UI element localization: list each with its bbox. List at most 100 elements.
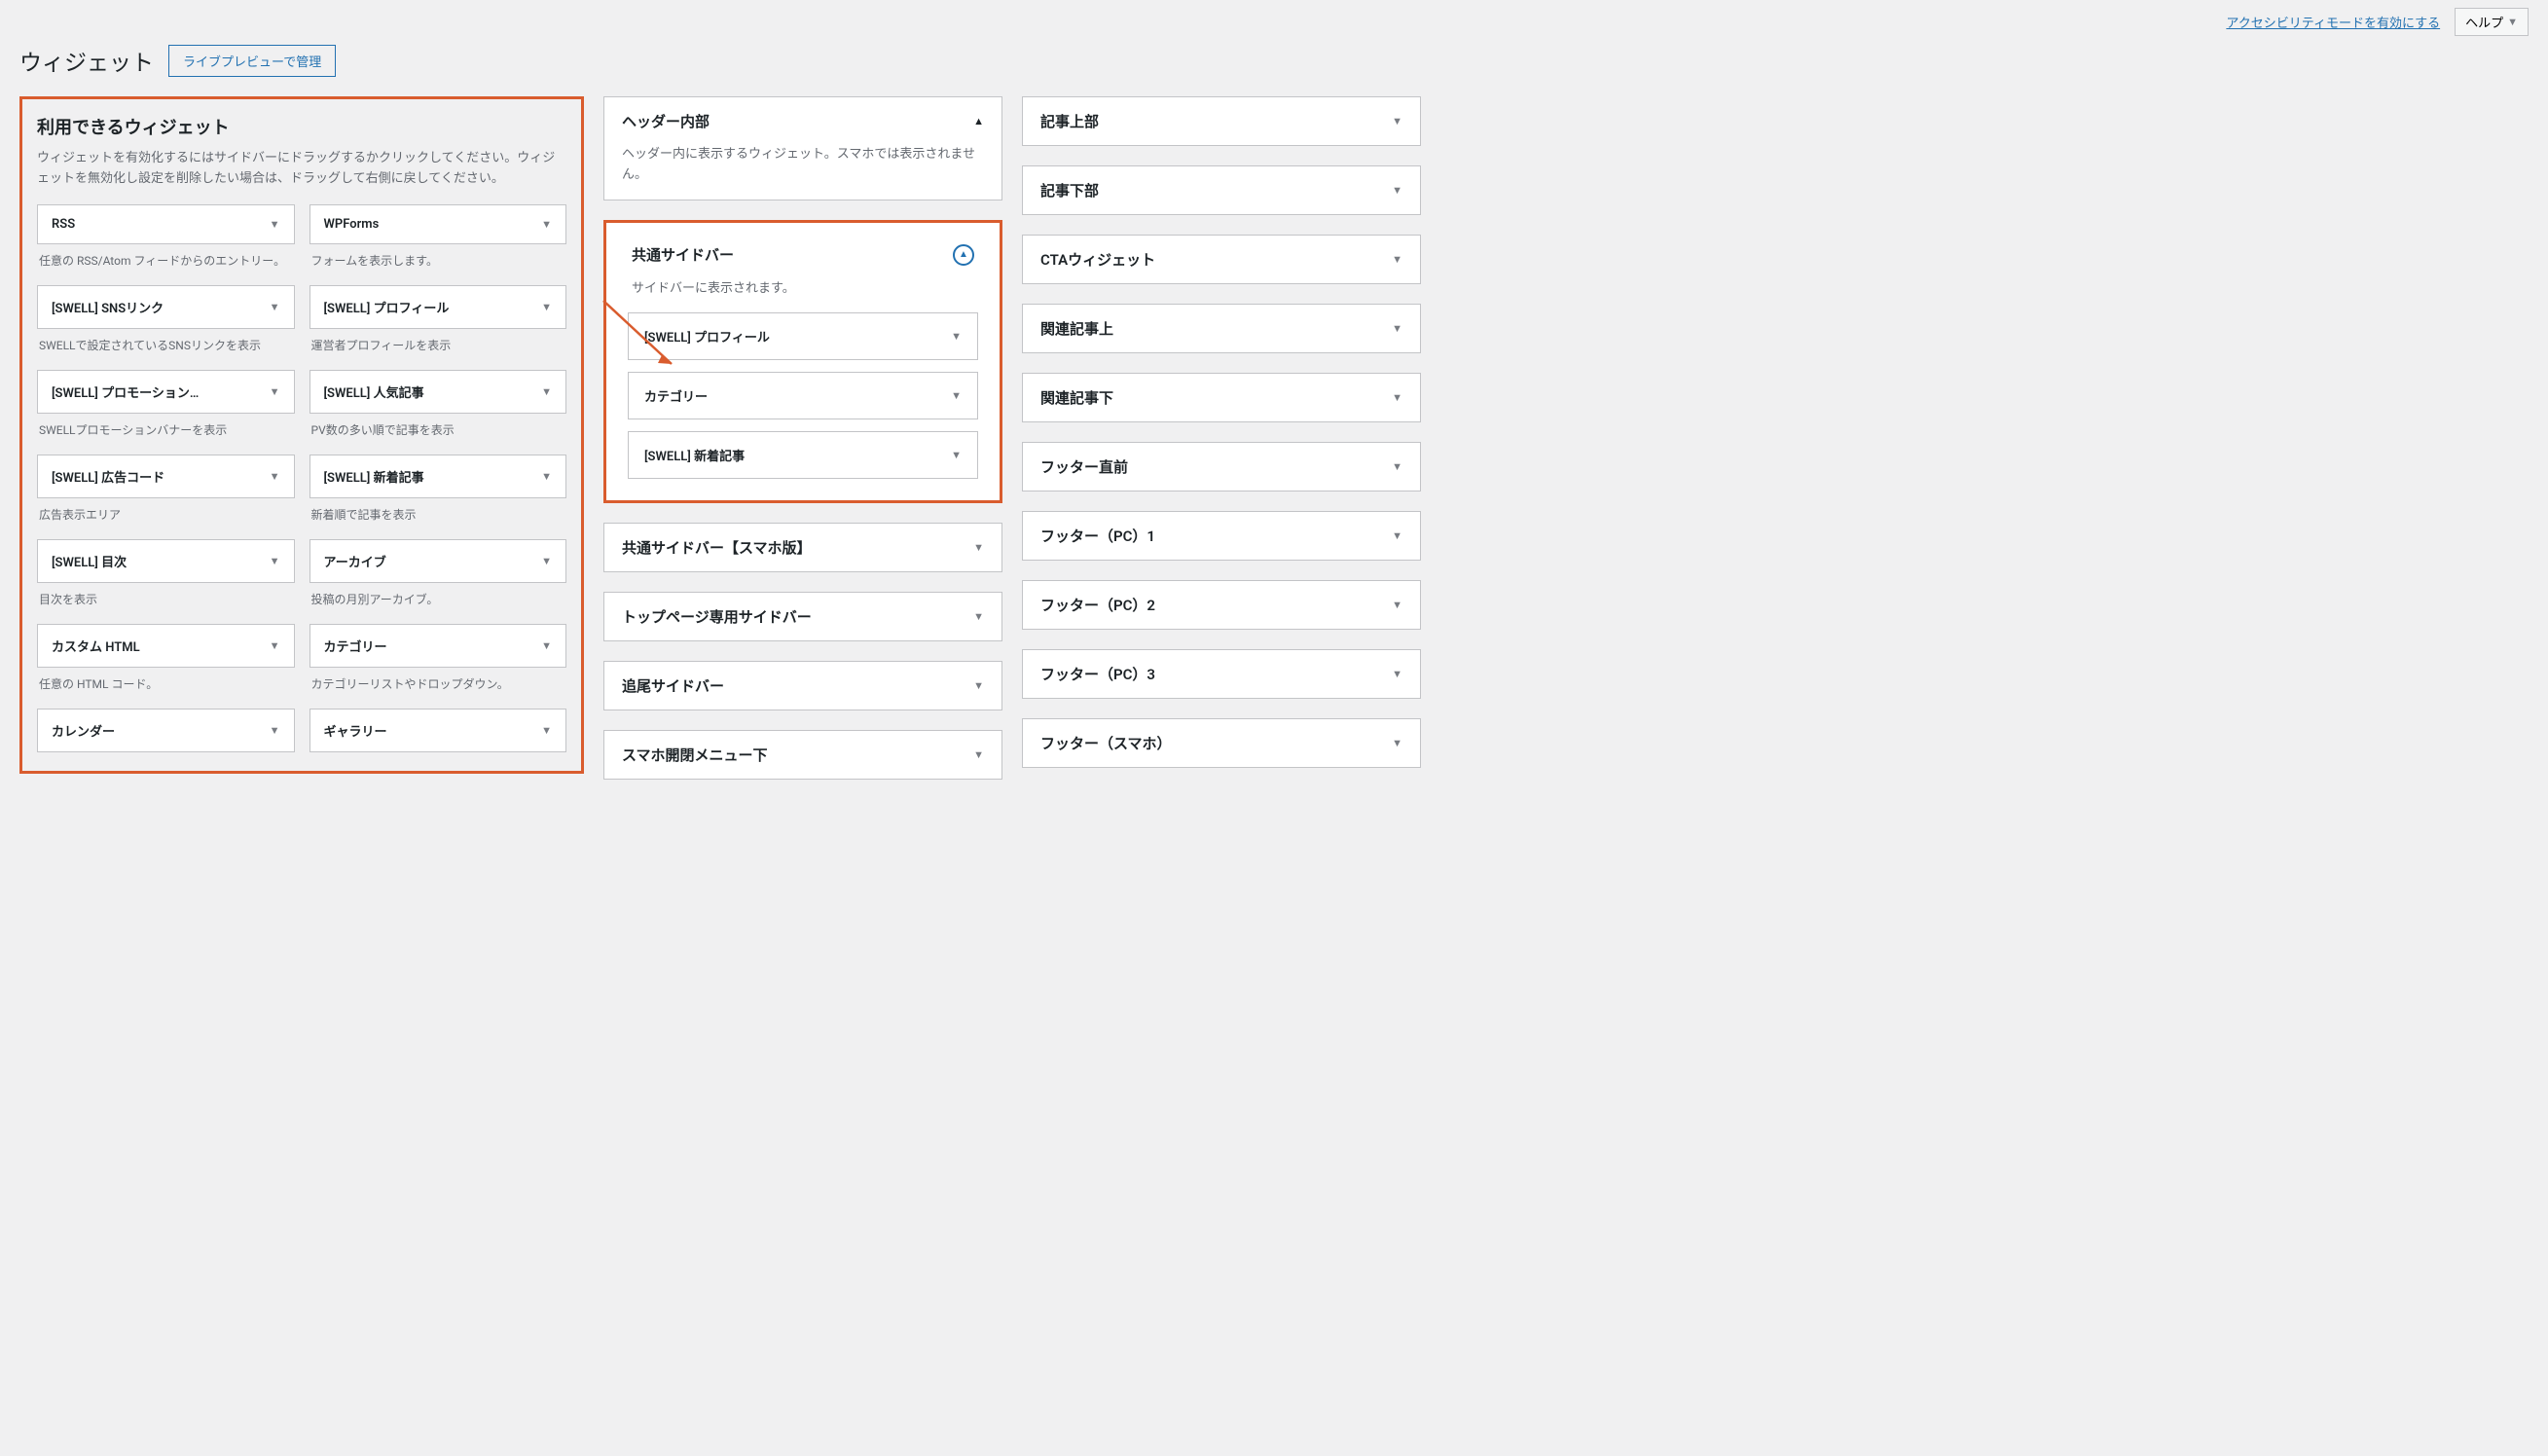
widget-area-desc: ヘッダー内に表示するウィジェット。スマホでは表示されません。	[604, 145, 1001, 200]
widget-area-collapsed[interactable]: 共通サイドバー【スマホ版】▼	[603, 523, 1002, 572]
chevron-down-icon: ▼	[270, 385, 280, 398]
chevron-up-icon: ▲	[973, 115, 984, 127]
available-widget-item[interactable]: WPForms ▼	[309, 204, 567, 244]
chevron-down-icon: ▼	[1392, 184, 1402, 197]
widget-area-collapsed[interactable]: 追尾サイドバー▼	[603, 661, 1002, 710]
widget-area-title: 共通サイドバー【スマホ版】	[622, 537, 812, 558]
widget-label: [SWELL] 広告コード	[52, 467, 164, 486]
chevron-down-icon: ▼	[270, 470, 280, 483]
placed-widget-label: [SWELL] 新着記事	[644, 446, 745, 464]
widget-area-title: 共通サイドバー	[632, 244, 734, 265]
widget-area-title: スマホ開閉メニュー下	[622, 745, 768, 765]
widget-area-title: 追尾サイドバー	[622, 675, 724, 696]
available-widget-item[interactable]: カテゴリー▼	[309, 624, 567, 668]
available-widgets-desc: ウィジェットを有効化するにはサイドバーにドラッグするかクリックしてください。ウィ…	[37, 149, 566, 190]
placed-widget-label: カテゴリー	[644, 386, 708, 405]
widget-label: カスタム HTML	[52, 637, 140, 655]
chevron-down-icon: ▼	[270, 218, 280, 231]
widget-desc: 投稿の月別アーカイブ。	[309, 583, 567, 620]
widget-desc: 任意の RSS/Atom フィードからのエントリー。	[37, 244, 295, 281]
chevron-down-icon: ▼	[270, 724, 280, 737]
chevron-down-icon: ▼	[541, 470, 552, 483]
widget-area-collapsed[interactable]: フッター（PC）2▼	[1022, 580, 1421, 630]
help-label: ヘルプ	[2465, 13, 2503, 31]
widget-desc: SWELLで設定されているSNSリンクを表示	[37, 329, 295, 366]
widget-area-collapsed[interactable]: 記事下部▼	[1022, 165, 1421, 215]
chevron-down-icon: ▼	[1392, 115, 1402, 127]
widget-area-title: トップページ専用サイドバー	[622, 606, 812, 627]
placed-widget[interactable]: [SWELL] 新着記事 ▼	[628, 431, 978, 479]
available-widget-item[interactable]: [SWELL] 目次 ▼	[37, 539, 295, 583]
available-widget-item[interactable]: ギャラリー▼	[309, 709, 567, 752]
available-widget-item[interactable]: [SWELL] プロフィール▼	[309, 285, 567, 329]
widget-label: [SWELL] 目次	[52, 552, 127, 570]
available-widget-item[interactable]: [SWELL] SNSリンク ▼	[37, 285, 295, 329]
available-widget-item[interactable]: RSS▼	[37, 204, 295, 244]
chevron-down-icon: ▼	[270, 555, 280, 567]
available-widget-item[interactable]: [SWELL] 新着記事▼	[309, 455, 567, 498]
accessibility-mode-link[interactable]: アクセシビリティモードを有効にする	[2226, 13, 2440, 31]
widget-desc: SWELLプロモーションバナーを表示	[37, 414, 295, 451]
widget-label: [SWELL] SNSリンク	[52, 298, 164, 316]
available-widget-item[interactable]: カスタム HTML ▼	[37, 624, 295, 668]
chevron-down-icon: ▼	[951, 449, 962, 461]
widget-area-header-toggle[interactable]: 共通サイドバー ▲	[614, 231, 992, 279]
widget-label: アーカイブ	[324, 552, 386, 570]
available-widgets-title: 利用できるウィジェット	[37, 114, 566, 139]
available-widget-item[interactable]: アーカイブ ▼	[309, 539, 567, 583]
widget-area-header-internal[interactable]: ヘッダー内部 ▲ ヘッダー内に表示するウィジェット。スマホでは表示されません。	[603, 96, 1002, 200]
widget-desc: 任意の HTML コード。	[37, 668, 295, 705]
widget-area-collapsed[interactable]: スマホ開閉メニュー下▼	[603, 730, 1002, 780]
widget-area-title: 関連記事上	[1040, 318, 1113, 339]
widget-area-collapsed[interactable]: トップページ専用サイドバー ▼	[603, 592, 1002, 641]
chevron-down-icon: ▼	[541, 218, 552, 231]
widget-area-collapsed[interactable]: フッター（PC）1 ▼	[1022, 511, 1421, 561]
widget-area-collapsed[interactable]: CTAウィジェット▼	[1022, 235, 1421, 284]
widget-desc: 運営者プロフィールを表示	[309, 329, 567, 366]
chevron-down-icon: ▼	[541, 301, 552, 313]
available-widget-item[interactable]: [SWELL] プロモーション… ▼	[37, 370, 295, 414]
widget-area-collapsed[interactable]: フッター（PC）3▼	[1022, 649, 1421, 699]
chevron-down-icon: ▼	[541, 724, 552, 737]
available-widget-item[interactable]: [SWELL] 広告コード ▼	[37, 455, 295, 498]
widget-desc: PV数の多い順で記事を表示	[309, 414, 567, 451]
chevron-down-icon: ▼	[2507, 17, 2518, 28]
widget-desc: 目次を表示	[37, 583, 295, 620]
widget-label: カレンダー	[52, 721, 115, 740]
available-widget-item[interactable]: [SWELL] 人気記事▼	[309, 370, 567, 414]
widget-area-collapsed[interactable]: 関連記事下▼	[1022, 373, 1421, 422]
chevron-down-icon: ▼	[1392, 391, 1402, 404]
widget-area-collapsed[interactable]: フッター（スマホ）▼	[1022, 718, 1421, 768]
widget-label: [SWELL] プロモーション…	[52, 382, 199, 401]
placed-widget[interactable]: カテゴリー▼	[628, 372, 978, 419]
widget-area-title: フッター（PC）2	[1040, 595, 1155, 615]
widget-area-collapsed[interactable]: 記事上部▼	[1022, 96, 1421, 146]
widget-desc: 広告表示エリア	[37, 498, 295, 535]
chevron-down-icon: ▼	[1392, 529, 1402, 542]
live-preview-button[interactable]: ライブプレビューで管理	[168, 45, 336, 77]
widget-area-collapsed[interactable]: フッター直前 ▼	[1022, 442, 1421, 491]
chevron-down-icon: ▼	[1392, 460, 1402, 473]
widget-desc: フォームを表示します。	[309, 244, 567, 281]
chevron-down-icon: ▼	[973, 610, 984, 623]
widget-area-title: フッター（PC）1	[1040, 526, 1155, 546]
chevron-down-icon: ▼	[1392, 322, 1402, 335]
widget-label: カテゴリー	[324, 637, 387, 655]
widget-label: WPForms	[324, 217, 380, 232]
widget-area-common-sidebar: 共通サイドバー ▲ サイドバーに表示されます。 [SWELL] プロフィール▼カ…	[603, 220, 1002, 504]
chevron-down-icon: ▼	[1392, 668, 1402, 680]
chevron-up-circle-icon: ▲	[953, 244, 974, 266]
chevron-down-icon: ▼	[270, 639, 280, 652]
chevron-down-icon: ▼	[541, 555, 552, 567]
widget-area-title: ヘッダー内部	[622, 111, 710, 131]
help-button[interactable]: ヘルプ ▼	[2455, 8, 2529, 36]
widget-area-collapsed[interactable]: 関連記事上 ▼	[1022, 304, 1421, 353]
placed-widget-label: [SWELL] プロフィール	[644, 327, 770, 346]
chevron-down-icon: ▼	[270, 301, 280, 313]
widget-area-title: フッター直前	[1040, 456, 1128, 477]
chevron-down-icon: ▼	[951, 330, 962, 343]
placed-widget[interactable]: [SWELL] プロフィール ▼	[628, 312, 978, 360]
widget-desc: カテゴリーリストやドロップダウン。	[309, 668, 567, 705]
available-widget-item[interactable]: カレンダー ▼	[37, 709, 295, 752]
available-widgets-panel: 利用できるウィジェット ウィジェットを有効化するにはサイドバーにドラッグするかク…	[19, 96, 584, 774]
